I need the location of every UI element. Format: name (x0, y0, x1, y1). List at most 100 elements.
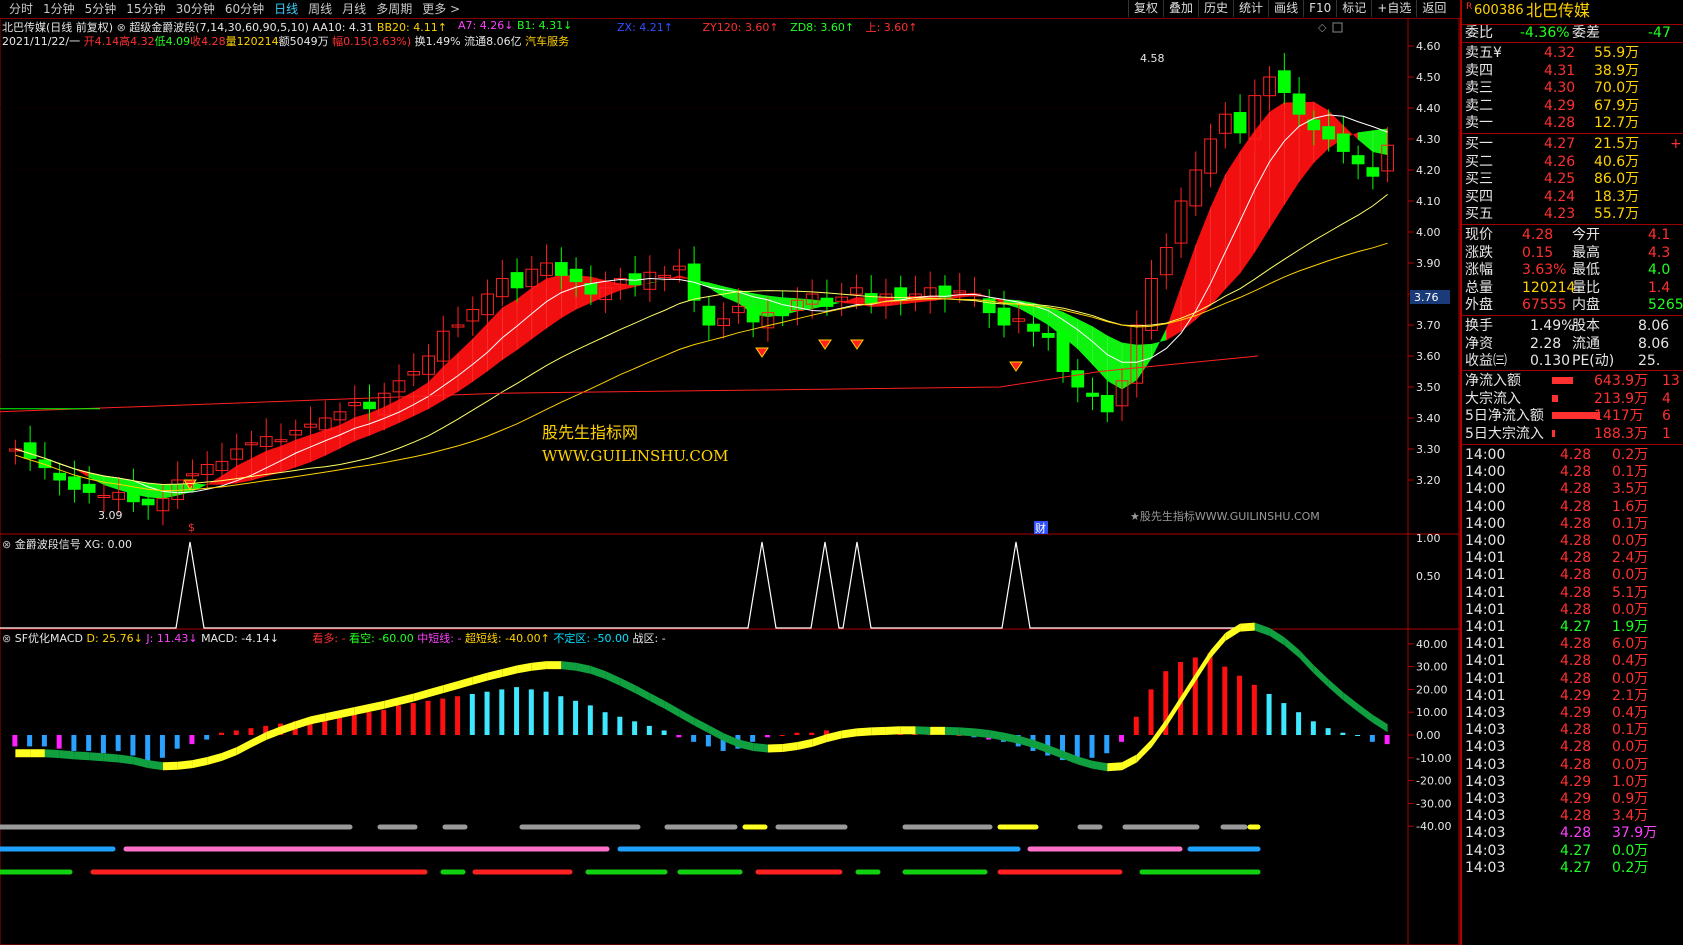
stat2-row-2: 收益㈢ 0.130 PE(动) 25. (1465, 353, 1661, 369)
tick-row-22: 14:03 4.28 37.9万 (1465, 825, 1658, 842)
macd-bar (396, 705, 402, 735)
macd-wave-segment (900, 726, 916, 735)
marker-dollar: $ (188, 521, 195, 534)
price-axis-label: 4.60 (1416, 40, 1441, 53)
macd-wave-segment (1240, 622, 1255, 632)
macd-bar (425, 700, 431, 735)
macd-bar (632, 721, 638, 735)
ribbon-segment (1240, 130, 1255, 274)
period-tab-5[interactable]: 60分钟 (220, 1, 269, 17)
macd-axis-label: 10.00 (1416, 706, 1448, 719)
period-tab-4[interactable]: 30分钟 (171, 1, 220, 17)
period-tab-10[interactable]: 更多 > (417, 1, 465, 17)
maximize-icon[interactable] (1332, 22, 1343, 33)
period-tab-8[interactable]: 月线 (337, 1, 371, 17)
candle-body (1086, 392, 1099, 397)
period-tab-7[interactable]: 周线 (303, 1, 337, 17)
period-tab-1[interactable]: 1分钟 (38, 1, 80, 17)
tick-row-9: 14:01 4.28 0.0万 (1465, 601, 1649, 618)
flow-row-3: 5日大宗流入 188.3万 1 (1465, 425, 1671, 442)
ribbon-segment (502, 298, 518, 361)
candle-body (569, 268, 583, 283)
toolbar-tool-7[interactable]: +自选 (1371, 0, 1416, 17)
macd-bar (336, 716, 342, 735)
macd-wave-segment (1299, 649, 1314, 674)
flow-row-1: 大宗流入 213.9万 4 (1465, 390, 1671, 407)
macd-bar (779, 735, 785, 736)
macd-bar (1192, 657, 1198, 735)
toolbar-tool-4[interactable]: 画线 (1268, 0, 1303, 17)
toolbar-tools: 复权 叠加 历史 统计 画线 F10 标记 +自选 返回 (1128, 0, 1451, 17)
toolbar-tool-0[interactable]: 复权 (1128, 0, 1163, 17)
macd-wave-segment (30, 749, 45, 758)
bar-high: 高4.32 (119, 35, 155, 48)
macd-wave-segment (221, 747, 237, 761)
candle-body (1041, 333, 1055, 338)
period-tab-0[interactable]: 分时 (4, 1, 38, 17)
macd-wave-segment (236, 739, 252, 756)
macd-zhongduan: 中短线: - (417, 632, 462, 645)
macd-wave-segment (797, 738, 813, 750)
macd-bar (366, 712, 372, 735)
macd-wave-segment (15, 749, 31, 758)
macd-bar (705, 735, 711, 747)
toolbar-tool-1[interactable]: 叠加 (1163, 0, 1198, 17)
price-axis-label: 4.50 (1416, 71, 1441, 84)
toolbar-tool-6[interactable]: 标记 (1336, 0, 1371, 17)
candle-body (1322, 126, 1335, 140)
period-tab-6[interactable]: 日线 (269, 1, 303, 17)
macd-j: J: 11.43↓ (146, 632, 198, 645)
stock-id-row: R 600386 北巴传媒 (1462, 2, 1683, 22)
macd-bar (587, 705, 593, 735)
signal-lines (0, 541, 1258, 629)
macd-bar (794, 732, 800, 735)
tick-row-19: 14:03 4.29 1.0万 (1465, 773, 1649, 790)
bar-float: 流通8.06亿 (464, 35, 522, 48)
kline-chart-area[interactable]: 4.604.504.404.304.204.104.003.903.803.70… (0, 18, 1460, 945)
macd-axis-label: 20.00 (1416, 683, 1448, 696)
macd-wave-segment (959, 727, 975, 737)
candle-body (584, 283, 598, 295)
weibi-row: 委比 -4.36% 委差 -47 (1465, 25, 1671, 41)
period-tab-9[interactable]: 多周期 (371, 1, 417, 17)
candle-body (1336, 133, 1350, 152)
macd-wave-segment (767, 744, 783, 753)
toolbar-tool-8[interactable]: 返回 (1416, 0, 1451, 17)
ribbon-segment (1269, 102, 1285, 229)
macd-wave-segment (649, 692, 665, 709)
toolbar-tool-2[interactable]: 历史 (1198, 0, 1233, 17)
macd-wave-segment (576, 662, 591, 674)
period-tab-2[interactable]: 5分钟 (80, 1, 122, 17)
macd-wave-segment (989, 729, 1004, 741)
ask-row-3: 卖二 4.29 67.9万 (1465, 97, 1640, 114)
ribbon-segment (266, 445, 281, 477)
macd-wave-segment (1225, 623, 1241, 642)
candle-body (702, 305, 716, 326)
main-header-1b: A7: 4.26↓ B1: 4.31↓ (458, 19, 572, 32)
top-toolbar: 分时 1分钟 5分钟 15分钟 30分钟 60分钟 日线 周线 月线 多周期 更多 > 复权 叠加 历史… (0, 0, 1683, 19)
toolbar-tool-5[interactable]: F10 (1303, 0, 1336, 17)
period-tab-3[interactable]: 15分钟 (121, 1, 170, 17)
macd-bar (1384, 735, 1390, 745)
macd-wave-segment (885, 726, 901, 735)
macd-bar (1133, 716, 1139, 735)
candle-body (82, 483, 96, 493)
ribbon-segment (531, 278, 547, 340)
price-axis-label: 4.40 (1416, 102, 1441, 115)
ask-row-2: 卖三 4.30 70.0万 (1465, 80, 1640, 96)
macd-bar (1266, 693, 1272, 735)
macd-wave-segment (944, 726, 960, 736)
macd-bar (440, 698, 446, 735)
macd-wave-segment (590, 665, 606, 680)
macd-wave-segment (871, 726, 886, 736)
toolbar-tool-3[interactable]: 统计 (1233, 0, 1268, 17)
bar-amount: 额5049万 (278, 35, 329, 48)
macd-kankong: 看空: -60.00 (349, 632, 414, 645)
macd-wave-segment (561, 661, 577, 671)
ribbon-segment (1210, 174, 1226, 306)
tick-row-10: 14:01 4.27 1.9万 (1465, 619, 1649, 635)
macd-wave-segment (487, 668, 503, 681)
tick-row-23: 14:03 4.27 0.0万 (1465, 842, 1649, 859)
macd-wave-segment (413, 689, 429, 702)
price-axis-label: 4.30 (1416, 133, 1441, 146)
